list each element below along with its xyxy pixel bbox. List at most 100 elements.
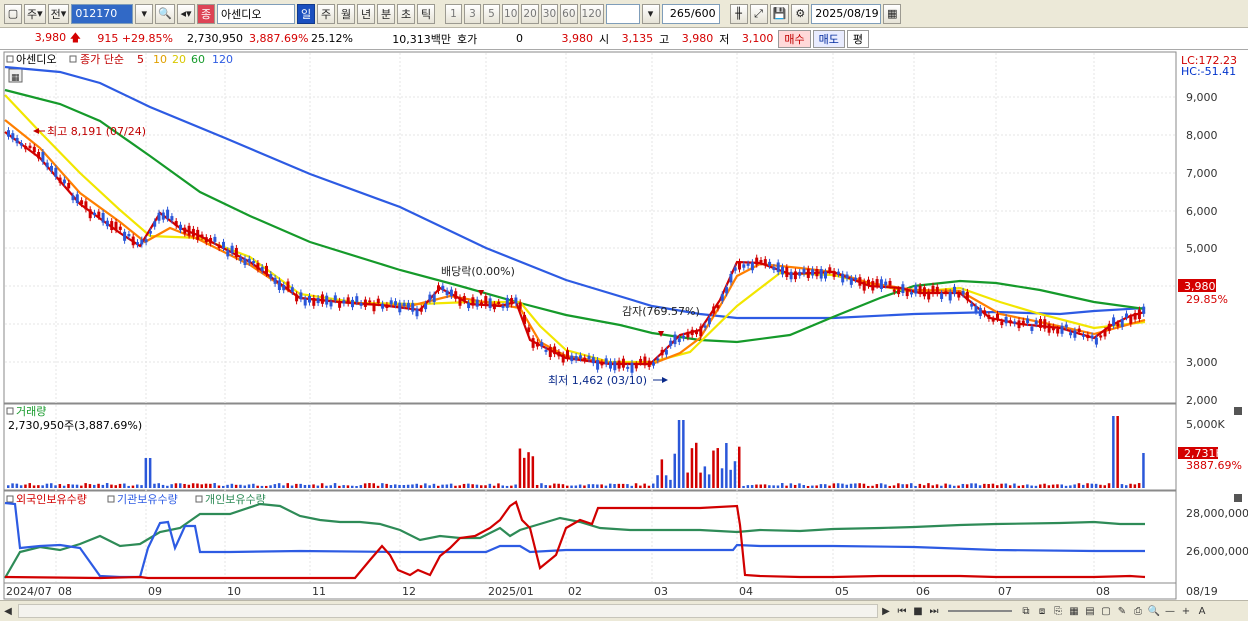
save-icon[interactable]: 💾 (769, 3, 790, 24)
candle-body (174, 221, 178, 227)
volume-bar (226, 484, 229, 488)
candle-body (514, 297, 518, 304)
volume-bar (720, 468, 724, 488)
period-tab-week[interactable]: 주 (317, 3, 336, 24)
volume-bar (290, 485, 294, 488)
search-icon[interactable]: 🔍 (155, 3, 176, 24)
candle-body (1086, 334, 1090, 339)
minute-option-5[interactable]: 5 (483, 3, 501, 24)
chart-layout-icon[interactable]: ⧉ (1018, 603, 1034, 619)
zoom-in-icon[interactable]: + (1178, 603, 1194, 619)
period-dropdown[interactable]: 주 ▾ (24, 3, 46, 24)
volume-bar (836, 483, 840, 488)
volume-bar (944, 483, 947, 488)
candle-body (351, 299, 354, 308)
candle-body (879, 279, 883, 290)
chart-compare-icon[interactable]: ⧈ (1034, 603, 1050, 619)
period-tab-year[interactable]: 년 (357, 3, 376, 24)
stock-name-field[interactable]: 아센디오 (217, 3, 296, 24)
volume-close-icon[interactable] (1234, 407, 1242, 415)
volume-bar (222, 485, 225, 488)
zoom-out-icon[interactable]: — (1162, 603, 1178, 619)
speaker-icon[interactable]: ◂▾ (177, 3, 196, 24)
line-tool-icon[interactable]: ⤢ (749, 3, 768, 24)
x-label-12: 12 (402, 585, 416, 598)
minute-option-10[interactable]: 10 (502, 3, 520, 24)
stock-code-input[interactable]: 012170 (71, 3, 134, 24)
volume-value: 2,730,950 (187, 32, 243, 45)
chart-select-icon[interactable]: ▢ (1098, 603, 1114, 619)
minute-option-3[interactable]: 3 (464, 3, 482, 24)
minute-option-20[interactable]: 20 (521, 3, 539, 24)
period-tab-tick[interactable]: 틱 (417, 3, 436, 24)
candle-body (621, 358, 625, 368)
chart-copy-icon[interactable]: ⎘ (1050, 603, 1066, 619)
stop-icon[interactable]: ■ (910, 603, 926, 619)
minute-option-120[interactable]: 120 (579, 3, 604, 24)
minute-option-60[interactable]: 60 (560, 3, 578, 24)
low-label: 저 (719, 32, 730, 46)
candle-body (415, 308, 419, 317)
evaluation-button[interactable]: 평 (846, 29, 869, 48)
chart-grid-icon[interactable]: ▦ (1066, 603, 1082, 619)
custom-period-input[interactable] (605, 3, 640, 24)
candle-type-icon[interactable]: ╫ (729, 3, 748, 24)
volume-bar (750, 485, 754, 488)
scroll-right-icon[interactable]: ▶ (878, 603, 894, 619)
zoom-slider[interactable] (948, 610, 1012, 612)
candle-body (815, 269, 819, 277)
candle-body (153, 221, 157, 227)
volume-bar (957, 485, 960, 488)
candle-body (118, 226, 122, 230)
prev-dropdown[interactable]: 전 ▾ (47, 3, 70, 24)
candle-body (265, 265, 268, 274)
period-tab-minute[interactable]: 분 (377, 3, 396, 24)
gear-icon[interactable]: ⚙ (791, 3, 810, 24)
volume-bar (793, 484, 797, 488)
date-field[interactable]: 2025/08/19 (811, 3, 882, 24)
minute-option-30[interactable]: 30 (540, 3, 559, 24)
buy-button[interactable]: 매수 (778, 29, 811, 48)
candle-body (1077, 328, 1081, 332)
period-label: 주 (27, 7, 38, 21)
candle-body (824, 271, 827, 279)
candle-body (553, 346, 557, 355)
candle-body (1056, 328, 1060, 334)
holding-close-icon[interactable] (1234, 494, 1242, 502)
period-tab-month[interactable]: 월 (337, 3, 356, 24)
candle-body (505, 297, 509, 308)
stock-chart[interactable]: 아센디오 종가 단순 5 10 20 60 120 ▦ 최고 8,191 (07… (0, 50, 1248, 600)
candle-body (217, 244, 221, 249)
scroll-first-icon[interactable]: ⏮ (894, 603, 910, 619)
window-icon[interactable]: ▢ (4, 3, 22, 24)
zoom-search-icon[interactable]: 🔍 (1146, 603, 1162, 619)
calendar-icon[interactable]: ▦ (883, 3, 902, 24)
volume-bar (729, 469, 732, 488)
candle-body (1047, 324, 1051, 333)
scroll-left-icon[interactable]: ◀ (0, 603, 16, 619)
chart-print-icon[interactable]: ⎙ (1130, 603, 1146, 619)
candle-body (996, 313, 999, 319)
chart-type-icon[interactable]: ▤ (1082, 603, 1098, 619)
data-count-field[interactable]: 265/600 (661, 3, 720, 24)
candle-body (290, 287, 294, 292)
sell-button[interactable]: 매도 (812, 29, 845, 48)
scroll-track[interactable] (18, 604, 878, 618)
volume-bar (299, 483, 302, 488)
period-tab-day[interactable]: 일 (297, 3, 316, 24)
volume-bar (402, 485, 406, 488)
candle-body (1004, 316, 1008, 324)
volume-bar (320, 483, 324, 488)
code-dropdown-icon[interactable]: ▾ (135, 3, 154, 24)
minute-option-1[interactable]: 1 (445, 3, 463, 24)
custom-period-dropdown-icon[interactable]: ▾ (641, 3, 660, 24)
chart-draw-icon[interactable]: ✎ (1114, 603, 1130, 619)
legend-ma60: 60 (191, 53, 205, 66)
candle-body (222, 241, 225, 249)
candle-body (1030, 326, 1034, 331)
volume-bar (204, 483, 208, 488)
candle-body (484, 296, 488, 306)
font-size-icon[interactable]: A (1194, 603, 1210, 619)
period-tab-second[interactable]: 초 (397, 3, 416, 24)
scroll-last-icon[interactable]: ⏭ (926, 603, 942, 619)
